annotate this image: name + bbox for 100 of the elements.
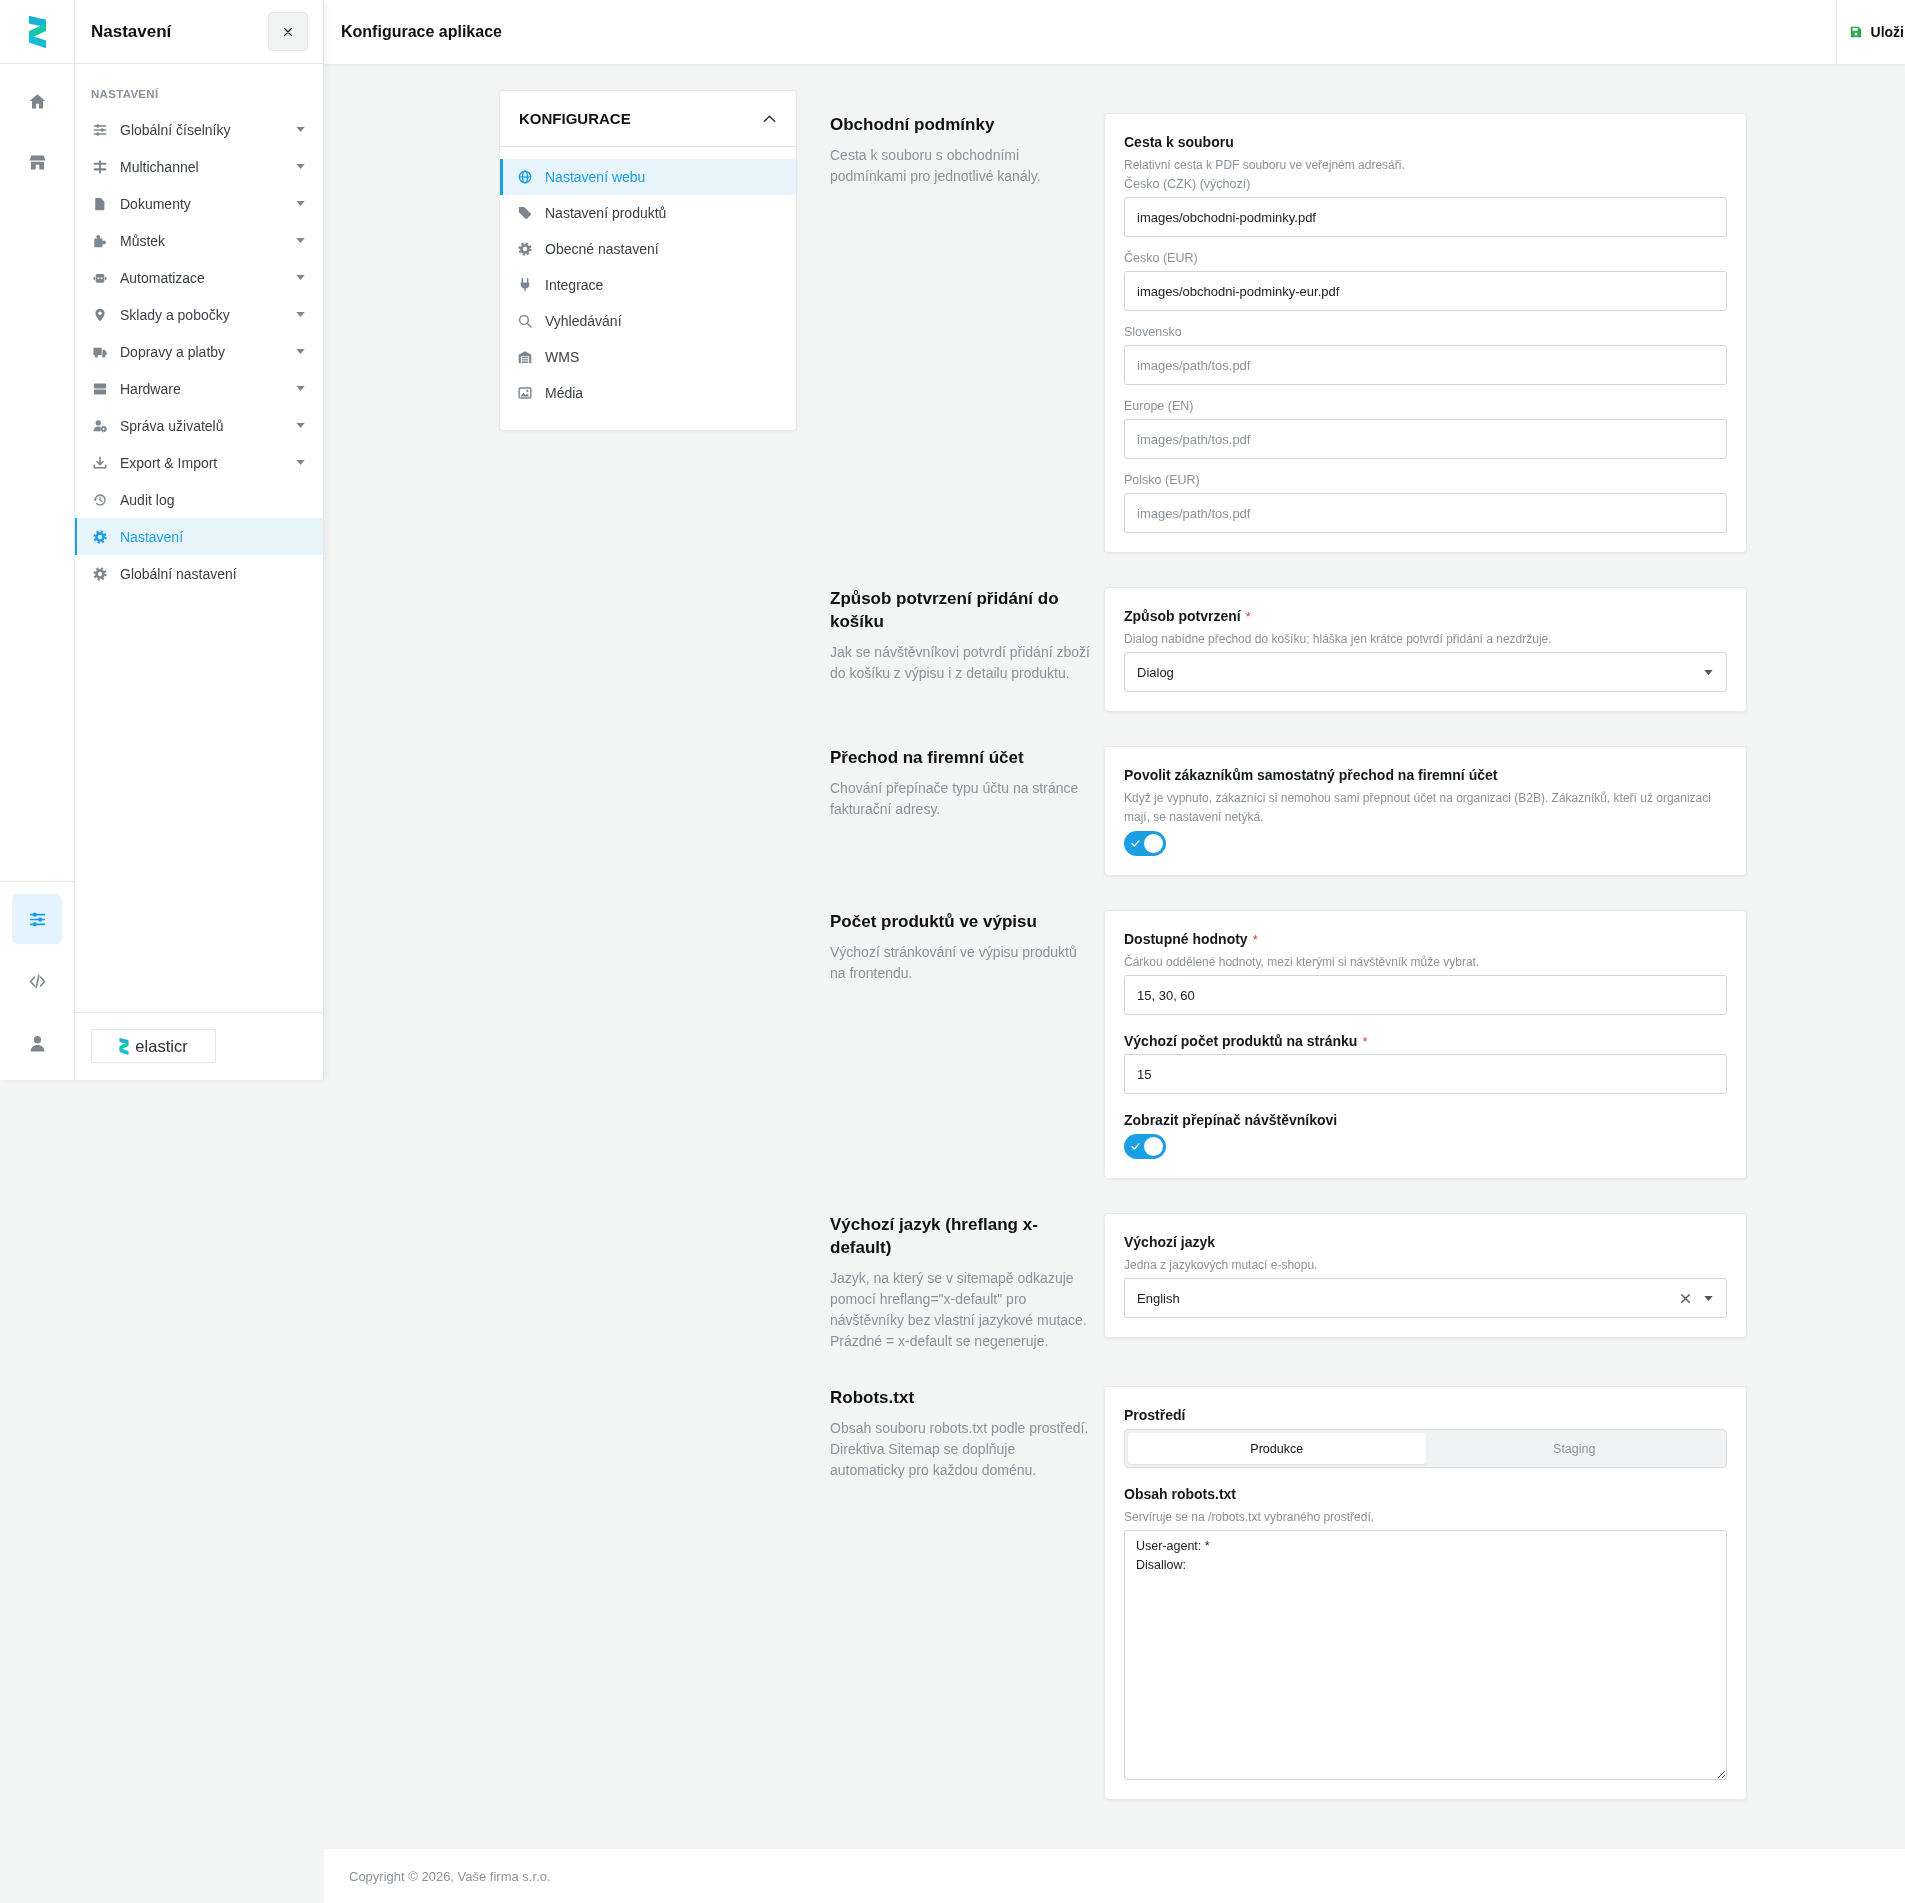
document-icon [93, 196, 107, 211]
textarea-field[interactable]: User-agent: * Disallow: [1124, 1530, 1727, 1780]
close-icon [283, 26, 293, 37]
search-icon [518, 314, 532, 328]
input-label: Česko (CZK) (výchozí) [1124, 175, 1251, 193]
check-icon [1131, 840, 1140, 847]
brand-name: elasticr [135, 1036, 188, 1056]
nav-item[interactable]: Globální nastavení [75, 555, 323, 592]
text-field[interactable]: 15, 30, 60 [1124, 975, 1727, 1015]
map-pin-icon [93, 307, 107, 322]
user-icon [28, 1034, 46, 1052]
input-label: Polsko (EUR) [1124, 472, 1200, 489]
section-title: Přechod na firemní účet [830, 747, 1025, 769]
field-label: Prostředí [1124, 1406, 1186, 1425]
menu-item[interactable]: Integrace [500, 267, 796, 303]
text-field[interactable]: images/path/tos.pdf [1124, 419, 1727, 459]
home-icon [28, 92, 46, 110]
nav-item[interactable]: Export & Import [75, 444, 323, 481]
dropdown-field[interactable]: English [1124, 1278, 1727, 1318]
section-description: Výchozí stránkování ve výpisu produktů na frontendu. [830, 943, 1078, 983]
signpost-icon [93, 159, 107, 174]
menu-item[interactable]: Nastavení produktů [500, 195, 796, 231]
nav-button[interactable] [12, 894, 62, 944]
toggle-switch[interactable] [1124, 831, 1166, 856]
section-label: NASTAVENÍ [91, 87, 159, 101]
clear-icon[interactable] [1680, 1292, 1691, 1304]
required-mark: * [1252, 931, 1258, 949]
menu-item[interactable]: WMS [500, 339, 796, 375]
text-field[interactable]: images/obchodni-podminky-eur.pdf [1124, 271, 1727, 311]
help-text: Čárkou oddělené hodnoty, mezi kterými si návštěvník může vybrat. [1124, 953, 1481, 971]
required-mark: * [1362, 1033, 1368, 1051]
dropdown-field[interactable]: Dialog [1124, 652, 1727, 692]
image-icon [518, 386, 532, 400]
logo-icon [119, 1036, 130, 1056]
globe-icon [518, 170, 532, 184]
user-gear-icon [93, 418, 107, 433]
required-mark: * [1245, 608, 1251, 626]
caret-icon [1704, 1295, 1713, 1301]
sliders-icon [28, 910, 46, 928]
save-icon [1849, 26, 1862, 38]
tag-icon [518, 206, 532, 220]
caret-icon [1704, 669, 1713, 675]
section-title: Výchozí jazyk (hreflang x-default) [830, 1214, 1039, 1259]
code-icon [28, 972, 46, 990]
field-label: Způsob potvrzení [1124, 607, 1241, 626]
nav-item[interactable]: Můstek [75, 222, 323, 259]
field-label: Výchozí počet produktů na stránku [1124, 1032, 1358, 1051]
section-title: Způsob potvrzení přidání do košíku [830, 588, 1060, 633]
section-description: Jazyk, na který se v sitemapě odkazuje pomocí hreflang="x-default" pro návštěvníky bez vlastní jazykové mutace. Prázdné = x-default se negeneruje. [830, 1269, 1088, 1351]
menu-item[interactable]: Obecné nastavení [500, 231, 796, 267]
text-field[interactable]: images/obchodni-podminky.pdf [1124, 197, 1727, 237]
field-label: Výchozí jazyk [1124, 1233, 1216, 1252]
nav-item[interactable]: Správa uživatelů [75, 407, 323, 444]
nav-item[interactable]: Globální číselníky [75, 111, 323, 148]
gear-icon [518, 242, 532, 256]
menu-item[interactable]: Média [500, 375, 796, 411]
field-label: Zobrazit přepínač návštěvníkovi [1124, 1111, 1338, 1130]
download-icon [93, 455, 107, 470]
text-field[interactable]: images/path/tos.pdf [1124, 345, 1727, 385]
nav-item[interactable]: Dokumenty [75, 185, 323, 222]
text-field[interactable]: images/path/tos.pdf [1124, 493, 1727, 533]
field-label: Obsah robots.txt [1124, 1485, 1236, 1504]
field-label: Dostupné hodnoty [1124, 930, 1248, 949]
help-text: Když je vypnuto, zákazníci si nemohou sami přepnout účet na organizaci (B2B). Zákazníků, kteří už organizaci mají, se nastavení netýká. [1124, 790, 1712, 826]
section-title: Počet produktů ve výpisu [830, 911, 1038, 933]
copyright-text: Copyright © 2026, Vaše firma s.r.o. [349, 1868, 551, 1884]
field-label: Cesta k souboru [1124, 133, 1234, 152]
nav-item[interactable]: Sklady a pobočky [75, 296, 323, 333]
close-button[interactable] [268, 12, 308, 51]
server-icon [93, 381, 107, 396]
section-description: Chování přepínače typu účtu na stránce fakturační adresy. [830, 779, 1080, 819]
section-title: Robots.txt [830, 1387, 916, 1409]
nav-item[interactable]: Automatizace [75, 259, 323, 296]
text-field[interactable]: 15 [1124, 1054, 1727, 1094]
input-label: Europe (EN) [1124, 398, 1194, 415]
nav-item[interactable]: Multichannel [75, 148, 323, 185]
chevron-up-icon[interactable] [763, 114, 776, 123]
section-title: Obchodní podmínky [830, 114, 996, 136]
section-description: Cesta k souboru s obchodními podmínkami pro jednotlivé kanály. [830, 146, 1042, 186]
toggle-switch[interactable] [1124, 1134, 1166, 1159]
input-label: Česko (EUR) [1124, 249, 1198, 267]
nav-item[interactable]: Audit log [75, 481, 323, 518]
history-icon [93, 492, 107, 507]
sliders-icon [93, 122, 107, 137]
warehouse-icon [518, 350, 532, 364]
nav-item[interactable]: Dopravy a platby [75, 333, 323, 370]
nav-item[interactable]: Hardware [75, 370, 323, 407]
menu-item[interactable]: Vyhledávání [500, 303, 796, 339]
puzzle-icon [93, 233, 107, 248]
save-button[interactable]: Uloži [1835, 0, 1905, 64]
help-text: Dialog nabídne přechod do košíku; hláška jen krátce potvrdí přidání a nezdržuje. [1124, 631, 1553, 648]
page-title: Konfigurace aplikace [341, 23, 502, 41]
plug-icon [518, 278, 532, 292]
input-label: Slovensko [1124, 324, 1182, 341]
segment-tab[interactable]: Produkce [1128, 1433, 1426, 1464]
section-description: Jak se návštěvníkovi potvrdí přidání zboží do košíku z výpisu i z detailu produktu. [830, 643, 1090, 683]
section-description: Obsah souboru robots.txt podle prostředí. Direktiva Sitemap se doplňuje automaticky pro každou doménu. [830, 1419, 1090, 1480]
help-text: Jedna z jazykových mutací e-shopu. [1124, 1257, 1319, 1274]
field-label: Povolit zákazníkům samostatný přechod na firemní účet [1124, 766, 1498, 785]
menu-title: KONFIGURACE [519, 110, 631, 127]
